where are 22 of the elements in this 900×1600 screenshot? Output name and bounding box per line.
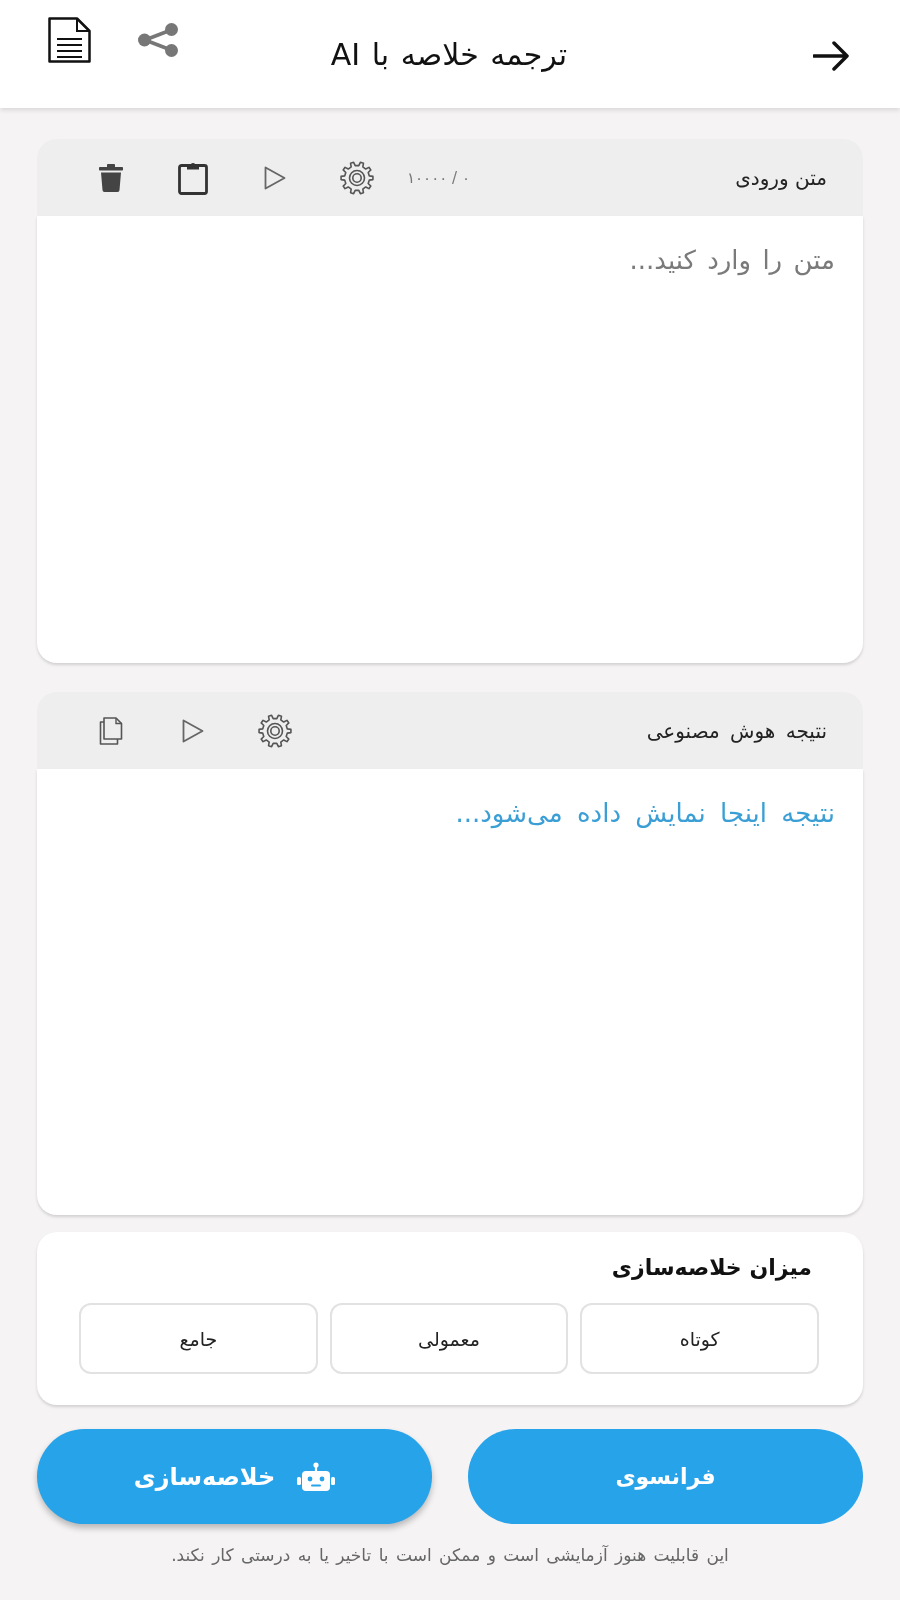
- input-text-field[interactable]: متن را وارد کنید...: [37, 216, 863, 663]
- clipboard-icon[interactable]: [178, 160, 208, 195]
- character-counter: ۰ / ۱۰۰۰۰: [407, 168, 470, 187]
- document-icon[interactable]: [48, 17, 91, 63]
- input-label: متن ورودی: [735, 165, 827, 190]
- summary-option[interactable]: معمولی: [329, 1303, 569, 1374]
- summary-level-title: میزان خلاصه‌سازی: [610, 1254, 813, 1283]
- page-title: ترجمه خلاصه با AI: [330, 37, 568, 73]
- play-icon[interactable]: [182, 718, 204, 743]
- summary-option[interactable]: کوتاه: [580, 1303, 819, 1374]
- disclaimer-note: این قابلیت هنوز آزمایشی است و ممکن است با تاخیر یا به درستی کار نکند.: [170, 1544, 730, 1566]
- result-text-field[interactable]: نتیجه اینجا نمایش داده می‌شود...: [37, 769, 863, 1215]
- share-icon[interactable]: [138, 23, 178, 57]
- settings-icon[interactable]: [340, 160, 374, 195]
- summary-option[interactable]: جامع: [79, 1303, 318, 1374]
- trash-icon[interactable]: [99, 163, 123, 192]
- settings-icon[interactable]: [258, 713, 292, 748]
- forward-arrow-icon[interactable]: [813, 41, 850, 71]
- result-label: نتیجه هوش مصنوعی: [646, 718, 827, 743]
- play-icon[interactable]: [264, 165, 286, 190]
- copy-icon[interactable]: [99, 716, 123, 745]
- robot-icon: [297, 1461, 336, 1492]
